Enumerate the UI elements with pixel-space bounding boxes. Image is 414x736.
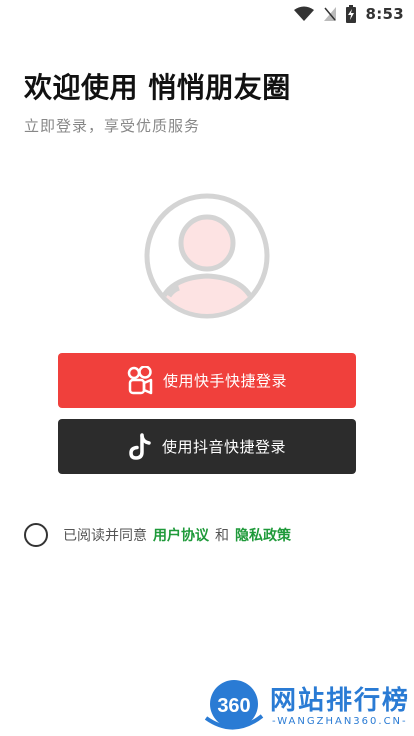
watermark-url: -WANGZHAN360.CN-	[272, 716, 408, 727]
status-bar: 8:53	[0, 0, 414, 28]
agreement-row: 已阅读并同意 用户协议 和 隐私政策	[24, 521, 291, 549]
watermark-logo-text: 360	[217, 695, 250, 717]
watermark-name: 网站排行榜	[270, 686, 411, 716]
douyin-login-button[interactable]: 使用抖音快捷登录	[58, 419, 356, 474]
kuaishou-logo-icon	[127, 365, 153, 394]
douyin-login-label: 使用抖音快捷登录	[161, 438, 286, 456]
user-avatar-icon	[144, 193, 270, 319]
agreement-prefix: 已阅读并同意	[63, 528, 147, 544]
agreement-checkbox[interactable]	[24, 523, 48, 547]
page-title: 欢迎使用 悄悄朋友圈	[24, 71, 291, 104]
signal-off-icon	[324, 7, 337, 21]
privacy-policy-link[interactable]: 隐私政策	[235, 525, 291, 545]
status-time: 8:53	[365, 5, 404, 23]
douyin-logo-icon	[129, 432, 151, 460]
user-agreement-link[interactable]: 用户协议	[153, 525, 209, 545]
agreement-and: 和	[215, 528, 229, 544]
battery-charging-icon	[346, 5, 357, 23]
kuaishou-login-label: 使用快手快捷登录	[162, 372, 287, 390]
page-subtitle: 立即登录，享受优质服务	[24, 117, 201, 135]
wifi-icon	[294, 6, 315, 21]
kuaishou-login-button[interactable]: 使用快手快捷登录	[58, 353, 356, 408]
